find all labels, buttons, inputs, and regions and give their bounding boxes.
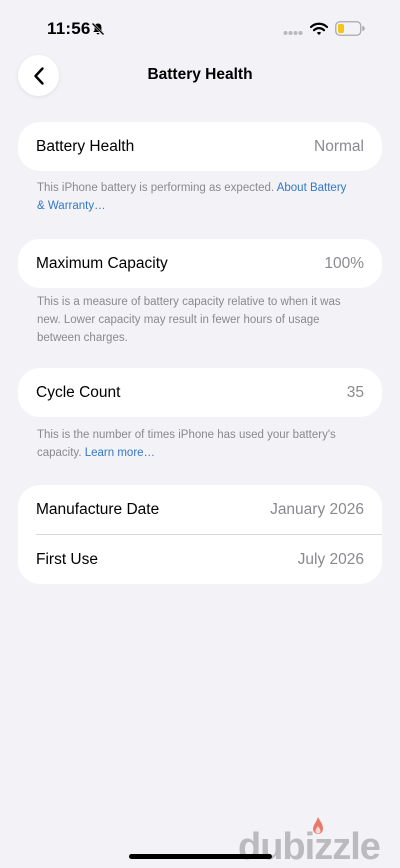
manufacture-date-label: Manufacture Date [36, 500, 160, 518]
maximum-capacity-footnote: This is a measure of battery capacity re… [37, 296, 341, 344]
maximum-capacity-row: Maximum Capacity 100% [18, 239, 382, 288]
status-time: 11:56 [47, 19, 91, 38]
maximum-capacity-label: Maximum Capacity [36, 254, 168, 272]
first-use-value: July 2026 [297, 550, 364, 568]
maximum-capacity-value: 100% [324, 254, 364, 272]
battery-health-screen: 11:56 Battery Health Battery Health Norm… [0, 0, 400, 868]
battery-health-label: Battery Health [36, 137, 135, 155]
cycle-count-footnote-text: This is the number of times iPhone has u… [37, 429, 336, 459]
signal-dots-icon [283, 31, 303, 35]
cycle-count-footnote: This is the number of times iPhone has u… [37, 426, 347, 462]
learn-more-link[interactable]: Learn more… [85, 447, 155, 459]
page-title: Battery Health [147, 66, 253, 83]
home-indicator[interactable] [129, 854, 272, 859]
cycle-count-card: Cycle Count 35 [18, 368, 382, 417]
battery-health-row: Battery Health Normal [18, 122, 382, 171]
battery-dates-card: Manufacture Date January 2026 First Use … [18, 485, 382, 584]
manufacture-date-value: January 2026 [270, 500, 364, 518]
battery-health-value: Normal [314, 137, 364, 155]
battery-health-footnote-text: This iPhone battery is performing as exp… [37, 182, 277, 194]
status-bar: 11:56 [0, 0, 400, 58]
cycle-count-row: Cycle Count 35 [18, 368, 382, 417]
flame-icon [313, 817, 323, 834]
manufacture-date-row: Manufacture Date January 2026 [18, 485, 382, 534]
cycle-count-label: Cycle Count [36, 383, 121, 401]
first-use-label: First Use [36, 550, 98, 568]
first-use-row: First Use July 2026 [18, 535, 382, 584]
battery-health-card: Battery Health Normal [18, 122, 382, 171]
bell-slash-icon [91, 22, 105, 36]
maximum-capacity-card: Maximum Capacity 100% [18, 239, 382, 288]
battery-low-icon [335, 21, 365, 36]
battery-health-footnote: This iPhone battery is performing as exp… [37, 179, 347, 215]
dubizzle-watermark: dubizzle [238, 826, 381, 868]
wifi-icon [310, 22, 328, 35]
cycle-count-value: 35 [346, 383, 364, 401]
